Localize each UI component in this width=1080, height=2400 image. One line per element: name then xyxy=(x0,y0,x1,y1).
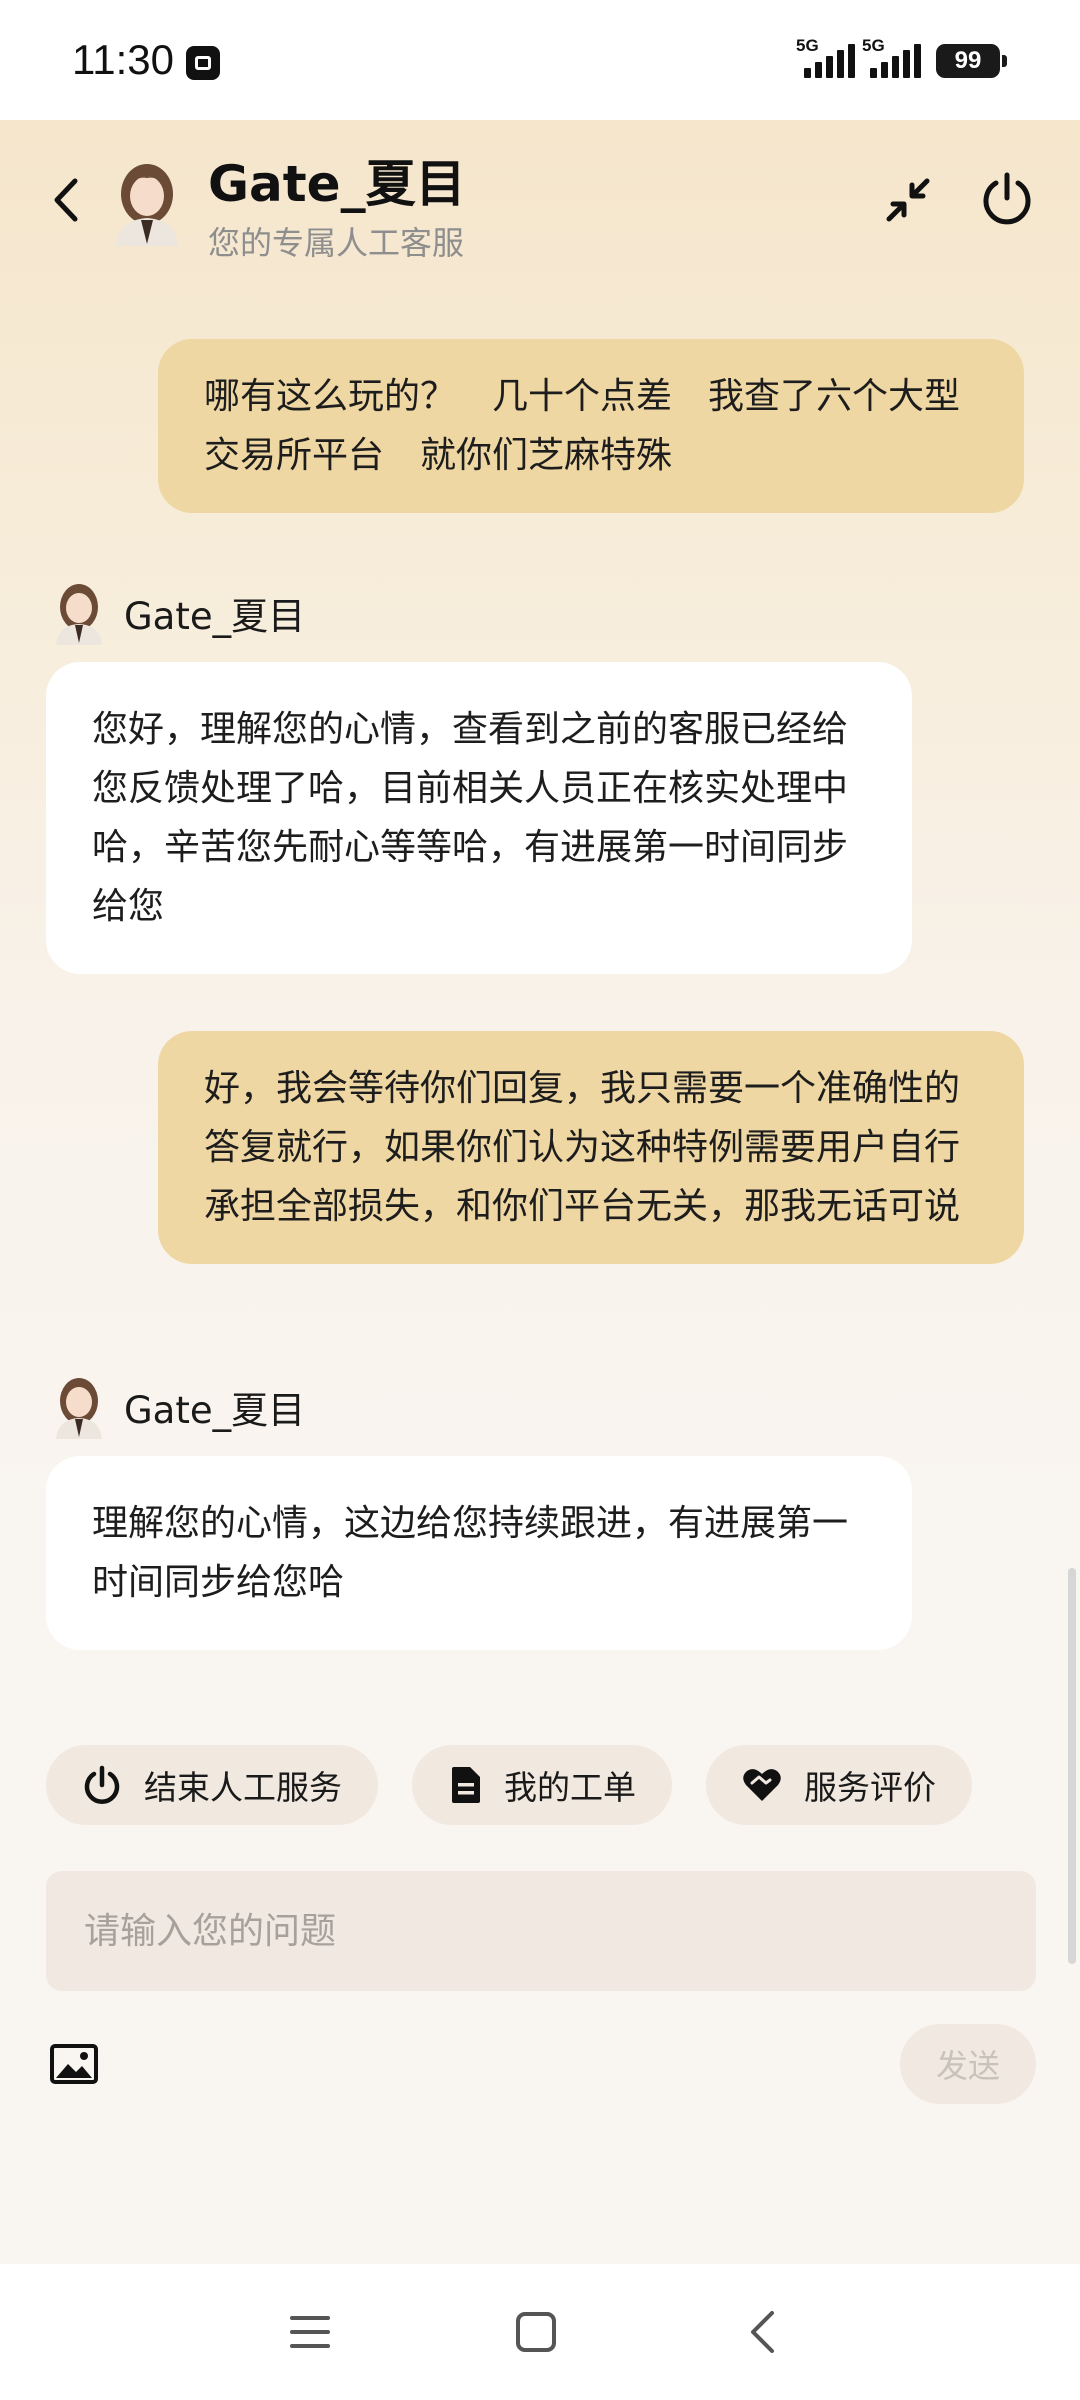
chat-header: Gate_夏目 您的专属人工客服 xyxy=(0,120,1080,300)
agent-subtitle: 您的专属人工客服 xyxy=(208,224,465,262)
minimize-button[interactable] xyxy=(878,170,938,230)
image-upload-button[interactable] xyxy=(50,2044,98,2084)
agent-sender-name: Gate_夏目 xyxy=(124,595,306,638)
heart-handshake-icon xyxy=(743,1769,781,1801)
agent-sender-name: Gate_夏目 xyxy=(124,1389,306,1432)
recent-apps-button[interactable] xyxy=(280,2302,340,2362)
quick-actions: 结束人工服务 我的工单 服务评价 xyxy=(46,1745,1006,1825)
end-session-button[interactable] xyxy=(976,166,1038,232)
message-text: 您好，理解您的心情，查看到之前的客服已经给您反馈处理了哈，目前相关人员正在核实处… xyxy=(92,709,849,927)
battery-icon: 99 xyxy=(936,44,1007,78)
message-text: 理解您的心情，这边给您持续跟进，有进展第一时间同步给您哈 xyxy=(92,1503,849,1603)
chip-label: 结束人工服务 xyxy=(144,1768,342,1807)
user-message-bubble: 好，我会等待你们回复，我只需要一个准确性的答复就行，如果你们认为这种特例需要用户… xyxy=(158,1031,1024,1264)
message-text: 哪有这么玩的？ 几十个点差 我查了六个大型交易所平台 就你们芝麻特殊 xyxy=(204,376,961,476)
agent-mini-avatar xyxy=(56,1378,102,1439)
system-back-button[interactable] xyxy=(732,2302,792,2362)
cellular-signal-2-icon: 5G xyxy=(862,36,930,82)
agent-message-bubble: 您好，理解您的心情，查看到之前的客服已经给您反馈处理了哈，目前相关人员正在核实处… xyxy=(46,662,912,974)
back-icon xyxy=(54,178,78,222)
app-notification-icon xyxy=(186,46,220,80)
message-input-box[interactable] xyxy=(46,1871,1036,1991)
agent-mini-avatar xyxy=(56,584,102,645)
image-icon xyxy=(50,2044,98,2084)
document-icon xyxy=(452,1767,480,1803)
system-nav-bar xyxy=(0,2264,1080,2400)
chip-label: 我的工单 xyxy=(504,1768,636,1807)
minimize-icon xyxy=(886,178,930,222)
chip-label: 服务评价 xyxy=(804,1768,936,1807)
chat-scrollbar[interactable] xyxy=(1068,1568,1076,1964)
end-human-service-button[interactable]: 结束人工服务 xyxy=(46,1745,378,1825)
agent-name: Gate_夏目 xyxy=(208,155,466,213)
agent-sender-row: Gate_夏目 xyxy=(50,1374,305,1440)
message-text: 好，我会等待你们回复，我只需要一个准确性的答复就行，如果你们认为这种特例需要用户… xyxy=(204,1068,961,1227)
cellular-signal-1-icon: 5G xyxy=(796,36,864,82)
message-input[interactable] xyxy=(46,1871,1036,1991)
signal-2-label: 5G xyxy=(862,36,885,55)
menu-icon xyxy=(290,2316,330,2348)
home-button[interactable] xyxy=(506,2302,566,2362)
power-icon xyxy=(84,1765,120,1804)
status-bar: 11:30 5G 5G 99 xyxy=(0,0,1080,120)
agent-avatar[interactable] xyxy=(108,160,186,246)
service-rating-button[interactable]: 服务评价 xyxy=(706,1745,972,1825)
back-chevron-icon xyxy=(751,2311,774,2353)
back-button[interactable] xyxy=(40,170,90,230)
power-icon xyxy=(983,172,1031,225)
agent-message-bubble: 理解您的心情，这边给您持续跟进，有进展第一时间同步给您哈 xyxy=(46,1456,912,1650)
home-square-icon xyxy=(516,2312,556,2352)
my-tickets-button[interactable]: 我的工单 xyxy=(412,1745,672,1825)
send-button[interactable]: 发送 xyxy=(900,2024,1036,2104)
user-message-bubble: 哪有这么玩的？ 几十个点差 我查了六个大型交易所平台 就你们芝麻特殊 xyxy=(158,339,1024,513)
agent-sender-row: Gate_夏目 xyxy=(50,580,305,646)
signal-1-label: 5G xyxy=(796,36,819,55)
status-time: 11:30 xyxy=(72,36,174,83)
